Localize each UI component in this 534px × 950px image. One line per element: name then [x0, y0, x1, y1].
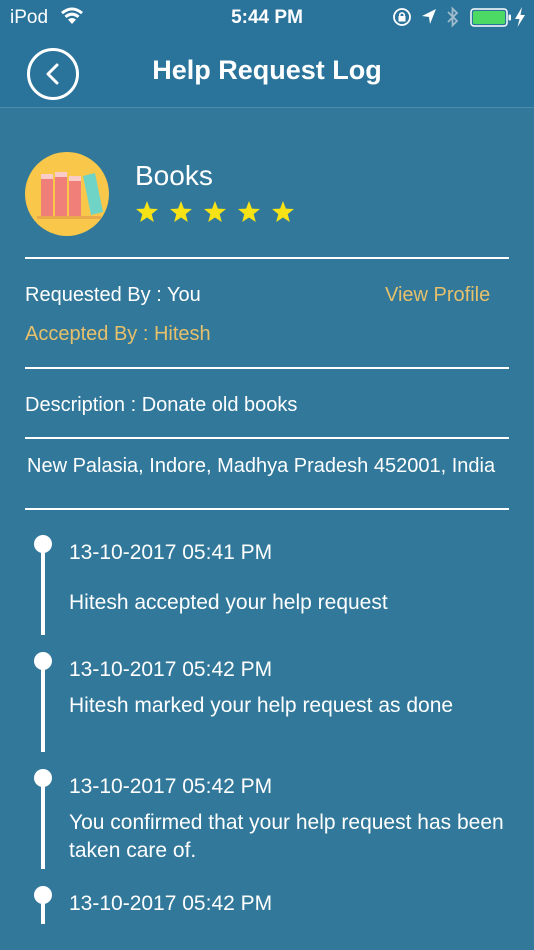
divider — [25, 437, 509, 439]
timeline-message: You confirmed that your help request has… — [69, 811, 504, 862]
page-title: Help Request Log — [152, 55, 382, 85]
timeline-line — [41, 896, 45, 924]
battery-icon — [470, 8, 512, 34]
divider — [25, 257, 509, 259]
star-icon — [238, 201, 260, 222]
star-icon — [204, 201, 226, 222]
location-icon — [420, 7, 438, 33]
rating-stars — [135, 200, 295, 224]
timeline-line — [41, 545, 45, 635]
timeline-date: 13-10-2017 05:42 PM — [69, 892, 273, 915]
timeline-date: 13-10-2017 05:41 PM — [69, 541, 273, 564]
accepted-by-label: Accepted By : Hitesh — [25, 323, 211, 345]
divider — [25, 367, 509, 369]
bluetooth-icon — [446, 5, 460, 35]
star-icon — [136, 201, 158, 222]
timeline-message: Hitesh accepted your help request — [69, 591, 388, 614]
star-icon — [170, 201, 192, 222]
orientation-lock-icon — [392, 7, 412, 33]
navigation-bar: Help Request Log — [0, 36, 534, 108]
description-label: Description : Donate old books — [25, 394, 298, 416]
charging-bolt-icon — [514, 6, 526, 34]
timeline-date: 13-10-2017 05:42 PM — [69, 775, 273, 798]
timeline-message: Hitesh marked your help request as done — [69, 694, 454, 717]
address-label: New Palasia, Indore, Madhya Pradesh 4520… — [27, 455, 496, 477]
books-category-icon — [25, 152, 109, 236]
timeline-line — [41, 662, 45, 752]
status-bar: iPod 5:44 PM — [0, 0, 534, 36]
view-profile-link[interactable]: View Profile — [385, 284, 490, 307]
timeline-date: 13-10-2017 05:42 PM — [69, 658, 273, 681]
timeline-line — [41, 779, 45, 869]
divider — [25, 508, 509, 510]
category-title: Books — [135, 160, 213, 191]
star-icon — [272, 201, 294, 222]
requested-by-label: Requested By : You — [25, 284, 201, 306]
